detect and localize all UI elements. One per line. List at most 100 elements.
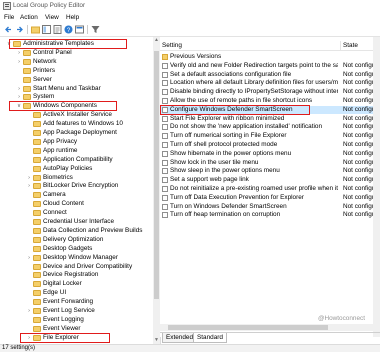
expand-chevron-icon[interactable]: ›: [16, 58, 22, 66]
setting-row[interactable]: Start File Explorer with ribbon minimize…: [160, 115, 380, 123]
column-divider[interactable]: [340, 41, 341, 50]
policy-setting-icon: [162, 194, 168, 201]
tree-item[interactable]: › Control Panel: [0, 49, 153, 57]
tree-item[interactable]: Application Compatibility: [0, 156, 153, 164]
expand-chevron-icon[interactable]: ›: [26, 174, 32, 182]
setting-name: Location where all default Library defin…: [170, 79, 338, 87]
tree-item[interactable]: › System: [0, 93, 153, 101]
tab-extended[interactable]: Extended: [162, 333, 198, 343]
folder-icon: [33, 236, 41, 243]
tree-item[interactable]: App Package Deployment: [0, 129, 153, 137]
menu-help[interactable]: Help: [66, 14, 79, 21]
forward-arrow-icon[interactable]: [15, 25, 24, 34]
setting-row[interactable]: Turn off Data Execution Prevention for E…: [160, 194, 380, 202]
folder-icon: [23, 58, 31, 65]
tree-scrollbar-thumb[interactable]: [154, 51, 159, 299]
properties-icon[interactable]: [75, 25, 84, 34]
tree-item-label: ActiveX Installer Service: [43, 111, 112, 119]
folder-icon: [33, 290, 41, 297]
toolbar: ?: [0, 23, 380, 37]
folder-icon: [33, 227, 41, 234]
expand-chevron-icon[interactable]: ›: [16, 85, 22, 93]
expand-chevron-icon[interactable]: ›: [26, 307, 32, 315]
setting-row[interactable]: Turn off shell protocol protected mode No…: [160, 141, 380, 149]
folder-icon: [33, 263, 41, 270]
tree-item[interactable]: Event Viewer: [0, 325, 153, 333]
menu-file[interactable]: File: [4, 14, 14, 21]
scroll-up-icon[interactable]: ▲: [153, 37, 160, 44]
back-arrow-icon[interactable]: [4, 25, 13, 34]
show-hide-tree-icon[interactable]: [42, 25, 51, 34]
toolbar-separator: [27, 25, 28, 34]
horizontal-scrollbar-thumb[interactable]: [168, 325, 328, 330]
setting-row[interactable]: Do not reinitialize a pre-existing roame…: [160, 185, 380, 193]
setting-row[interactable]: Turn off heap termination on corruption N…: [160, 211, 380, 219]
up-folder-icon[interactable]: [31, 25, 40, 34]
scroll-down-icon[interactable]: ▼: [153, 337, 160, 344]
tree-item[interactable]: › Biometrics: [0, 174, 153, 182]
tree-item[interactable]: › Desktop Window Manager: [0, 254, 153, 262]
highlight-box: [160, 104, 310, 115]
filter-icon[interactable]: [91, 25, 100, 34]
expand-chevron-icon[interactable]: ›: [26, 182, 32, 190]
horizontal-scrollbar[interactable]: [160, 324, 373, 331]
tree-item[interactable]: Printers: [0, 67, 153, 75]
tree-item[interactable]: Desktop Gadgets: [0, 245, 153, 253]
tab-standard[interactable]: Standard: [193, 333, 227, 343]
tree-item[interactable]: AutoPlay Policies: [0, 165, 153, 173]
list-scrollbar[interactable]: [373, 37, 380, 337]
navigation-tree[interactable]: ∨ Administrative Templates › Control Panel ›…: [0, 37, 154, 344]
expand-chevron-icon[interactable]: ›: [26, 254, 32, 262]
setting-name: Do not reinitialize a pre-existing roame…: [170, 185, 338, 192]
folder-icon: [33, 299, 41, 306]
setting-row[interactable]: Disable binding directly to IPropertySet…: [160, 88, 380, 96]
tree-item[interactable]: Connect: [0, 209, 153, 217]
setting-row[interactable]: Allow the use of remote paths in file sh…: [160, 97, 380, 105]
setting-row[interactable]: Show hibernate in the power options menu…: [160, 150, 380, 158]
tree-item[interactable]: Event Logging: [0, 316, 153, 324]
tree-item[interactable]: Server: [0, 76, 153, 84]
column-header-setting[interactable]: Setting: [162, 42, 182, 49]
tree-item[interactable]: App runtime: [0, 147, 153, 155]
tree-item[interactable]: App Privacy: [0, 138, 153, 146]
tree-item[interactable]: Camera: [0, 191, 153, 199]
setting-row[interactable]: Do not show the 'new application install…: [160, 123, 380, 131]
policy-setting-icon: [162, 71, 168, 78]
tree-item[interactable]: › Event Log Service: [0, 307, 153, 315]
tree-item[interactable]: Delivery Optimization: [0, 236, 153, 244]
setting-row[interactable]: Location where all default Library defin…: [160, 79, 380, 87]
setting-row[interactable]: Show lock in the user tile menu Not confi…: [160, 159, 380, 167]
tree-item[interactable]: Data Collection and Preview Builds: [0, 227, 153, 235]
tree-item[interactable]: › Start Menu and Taskbar: [0, 85, 153, 93]
tree-item[interactable]: Event Forwarding: [0, 298, 153, 306]
setting-name: Verify old and new Folder Redirection ta…: [170, 61, 338, 69]
tree-item[interactable]: Edge UI: [0, 289, 153, 297]
expand-chevron-icon[interactable]: ›: [16, 49, 22, 57]
tree-item[interactable]: Digital Locker: [0, 280, 153, 288]
menu-view[interactable]: View: [45, 14, 59, 21]
setting-row[interactable]: Set a support web page linkNot configure…: [160, 176, 380, 184]
tree-item[interactable]: Device Registration: [0, 271, 153, 279]
export-list-icon[interactable]: [53, 25, 62, 34]
folder-icon: [33, 192, 41, 199]
setting-row[interactable]: Set a default associations configuration…: [160, 71, 380, 79]
tree-item-label: Credential User Interface: [43, 218, 115, 225]
tree-item[interactable]: › BitLocker Drive Encryption: [0, 182, 153, 190]
setting-row[interactable]: Show sleep in the power options menu Not …: [160, 167, 380, 175]
tree-item[interactable]: › Network: [0, 58, 153, 66]
folder-row[interactable]: Previous Versions: [160, 53, 380, 61]
expand-chevron-icon[interactable]: ›: [16, 93, 22, 101]
tree-item[interactable]: Add features to Windows 10: [0, 120, 153, 128]
help-icon[interactable]: ?: [64, 25, 73, 34]
setting-row[interactable]: Turn on Windows Defender SmartScreen Not …: [160, 203, 380, 211]
menu-action[interactable]: Action: [20, 14, 38, 21]
setting-row[interactable]: Verify old and new Folder Redirection ta…: [160, 62, 380, 70]
setting-row[interactable]: Turn off numerical sorting in File Explo…: [160, 132, 380, 140]
tree-item[interactable]: ActiveX Installer Service: [0, 111, 153, 119]
tree-item-label: Printers: [33, 66, 56, 74]
column-header-state[interactable]: State: [343, 42, 358, 49]
tree-item[interactable]: Device and Driver Compatibility: [0, 263, 153, 271]
tree-item[interactable]: Cloud Content: [0, 200, 153, 208]
tree-item[interactable]: Credential User Interface: [0, 218, 153, 226]
folder-icon: [33, 174, 41, 181]
